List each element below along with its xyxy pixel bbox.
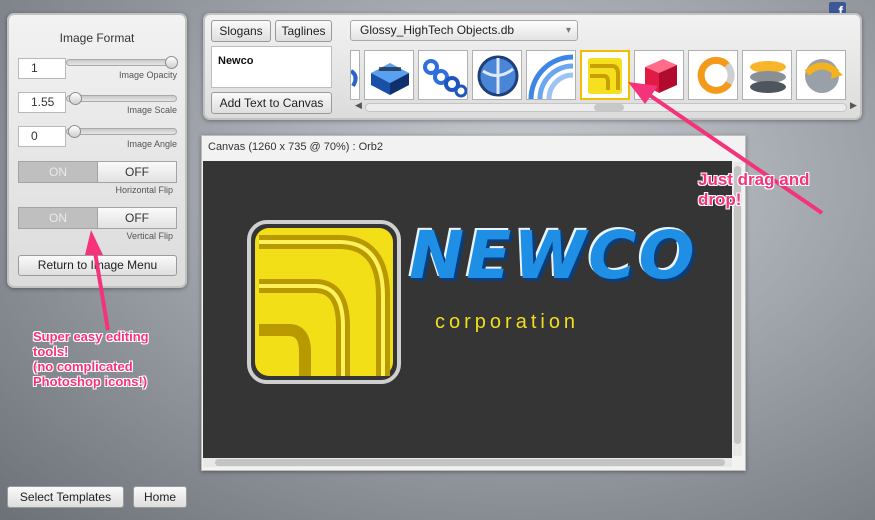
canvas-window: Canvas (1260 x 735 @ 70%) : Orb2 NEWCO c…	[201, 135, 746, 471]
angle-field[interactable]: 0	[18, 126, 66, 147]
rss-orb-icon[interactable]	[580, 50, 630, 100]
scale-field[interactable]: 1.55	[18, 92, 66, 113]
text-entry-box[interactable]: Newco	[211, 46, 332, 88]
thumbnail-scrollbar-thumb[interactable]	[594, 104, 624, 111]
arrow-sphere-icon[interactable]	[796, 50, 846, 100]
scroll-left-arrow[interactable]: ◀	[355, 100, 362, 111]
opacity-slider-knob[interactable]	[165, 56, 178, 69]
canvas-horizontal-scrollbar-thumb[interactable]	[215, 459, 725, 466]
scale-slider-knob[interactable]	[69, 92, 82, 105]
newco-rss-logo-icon[interactable]	[243, 216, 428, 391]
scale-slider[interactable]	[66, 95, 177, 102]
stacked-cube-icon[interactable]	[364, 50, 414, 100]
opacity-slider[interactable]	[66, 59, 177, 66]
library-select[interactable]: Glossy_HighTech Objects.db ▾	[350, 20, 578, 41]
ring-arc-icon[interactable]	[688, 50, 738, 100]
home-button[interactable]: Home	[133, 486, 187, 508]
swirl-icon[interactable]	[350, 50, 360, 100]
opacity-field[interactable]: 1	[18, 58, 66, 79]
select-templates-button[interactable]: Select Templates	[7, 486, 124, 508]
opacity-caption: Image Opacity	[118, 70, 177, 80]
taglines-button[interactable]: Taglines	[275, 20, 332, 42]
logo-subtext: corporation	[435, 311, 580, 333]
angle-caption: Image Angle	[126, 139, 177, 149]
image-format-panel: Image Format 1 Image Opacity 1.55 Image …	[7, 13, 187, 288]
vertical-flip-on[interactable]: ON	[18, 207, 98, 229]
horizontal-flip-off[interactable]: OFF	[97, 161, 177, 183]
editing-annotation: Super easy editing tools! (no complicate…	[33, 329, 149, 390]
chevron-down-icon: ▾	[565, 25, 571, 36]
thumbnail-scrollbar[interactable]	[365, 103, 847, 112]
editing-annotation-line: Super easy editing	[33, 329, 149, 344]
scroll-right-arrow[interactable]: ▶	[850, 100, 857, 111]
red-cube-icon[interactable]	[634, 50, 684, 100]
canvas-title: Canvas (1260 x 735 @ 70%) : Orb2	[208, 141, 384, 153]
angle-slider[interactable]	[66, 128, 177, 135]
text-entry-value: Newco	[218, 55, 254, 67]
canvas-horizontal-scrollbar[interactable]	[203, 458, 732, 467]
return-to-image-menu-button[interactable]: Return to Image Menu	[18, 255, 177, 276]
globe-orb-icon[interactable]	[472, 50, 522, 100]
scale-caption: Image Scale	[126, 105, 177, 115]
canvas-area[interactable]: NEWCO corporation	[203, 161, 732, 467]
editing-annotation-line: (no complicated	[33, 358, 133, 374]
logo-text: NEWCO	[409, 217, 697, 294]
library-select-value: Glossy_HighTech Objects.db	[360, 23, 515, 37]
chain-rings-icon[interactable]	[418, 50, 468, 100]
angle-slider-knob[interactable]	[68, 125, 81, 138]
add-text-to-canvas-button[interactable]: Add Text to Canvas	[211, 92, 332, 114]
vertical-flip-off[interactable]: OFF	[97, 207, 177, 229]
fan-arcs-icon[interactable]	[526, 50, 576, 100]
slogans-button[interactable]: Slogans	[211, 20, 271, 42]
image-format-title: Image Format	[59, 31, 135, 45]
horizontal-flip-caption: Horizontal Flip	[115, 185, 173, 195]
drag-drop-annotation: Just drag and drop!	[698, 170, 810, 209]
vertical-flip-caption: Vertical Flip	[126, 231, 173, 241]
horizontal-flip-on[interactable]: ON	[18, 161, 98, 183]
layered-disks-icon[interactable]	[742, 50, 792, 100]
editing-annotation-line: Photoshop icons!)	[33, 373, 148, 389]
editing-annotation-line: tools!	[33, 343, 69, 359]
